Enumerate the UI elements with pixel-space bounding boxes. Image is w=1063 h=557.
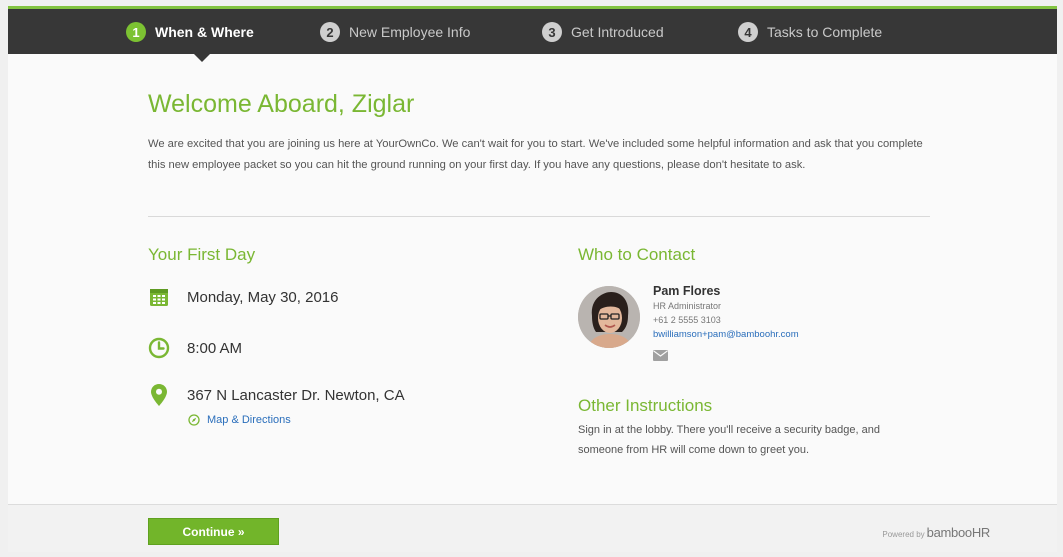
contact-email-link[interactable]: bwilliamson+pam@bamboohr.com <box>653 329 799 340</box>
first-day-time-row: 8:00 AM <box>148 337 242 359</box>
first-day-time: 8:00 AM <box>187 339 243 357</box>
clock-icon <box>148 337 170 359</box>
contact-name: Pam Flores <box>653 284 721 298</box>
first-day-address: 367 N Lancaster Dr. Newton, CA <box>187 386 405 404</box>
contact-phone: +61 2 5555 3103 <box>653 315 721 325</box>
brand-logo-text: bambooHR <box>926 525 991 540</box>
step-label: When & Where <box>155 24 254 40</box>
step-number: 4 <box>738 22 758 42</box>
onboarding-page: 1 When & Where 2 New Employee Info 3 Get… <box>8 6 1057 552</box>
active-step-pointer <box>194 54 210 62</box>
step-label: New Employee Info <box>349 24 471 40</box>
powered-by-logo: Powered by bambooHR <box>882 525 990 540</box>
page-title: Welcome Aboard, Ziglar <box>148 90 415 118</box>
other-instructions-text: Sign in at the lobby. There you'll recei… <box>578 424 880 456</box>
compass-icon <box>188 414 200 426</box>
step-number: 3 <box>542 22 562 42</box>
powered-by-text: Powered by <box>882 530 925 539</box>
avatar <box>578 286 640 348</box>
step-number: 1 <box>126 22 146 42</box>
contact-heading: Who to Contact <box>578 245 696 264</box>
first-day-heading: Your First Day <box>148 245 256 264</box>
step-tasks-to-complete[interactable]: 4 Tasks to Complete <box>738 21 882 43</box>
step-label: Get Introduced <box>571 24 664 40</box>
map-pin-icon <box>148 384 170 406</box>
contact-role: HR Administrator <box>653 301 722 311</box>
map-directions-link[interactable]: Map & Directions <box>188 414 291 426</box>
calendar-icon <box>148 286 170 308</box>
step-when-where[interactable]: 1 When & Where <box>126 21 254 43</box>
section-divider <box>148 216 930 217</box>
step-number: 2 <box>320 22 340 42</box>
intro-text: We are excited that you are joining us h… <box>148 138 923 171</box>
step-navigation: 1 When & Where 2 New Employee Info 3 Get… <box>8 9 1057 54</box>
footer-bar: Continue » Powered by bambooHR <box>8 504 1057 552</box>
step-get-introduced[interactable]: 3 Get Introduced <box>542 21 664 43</box>
map-directions-label: Map & Directions <box>207 414 291 426</box>
mail-icon[interactable] <box>653 348 668 361</box>
other-instructions-heading: Other Instructions <box>578 396 713 415</box>
step-label: Tasks to Complete <box>767 24 883 40</box>
first-day-date-row: Monday, May 30, 2016 <box>148 286 338 308</box>
continue-button[interactable]: Continue » <box>148 518 279 545</box>
first-day-address-row: 367 N Lancaster Dr. Newton, CA <box>148 384 405 406</box>
step-new-employee-info[interactable]: 2 New Employee Info <box>320 21 470 43</box>
first-day-date: Monday, May 30, 2016 <box>187 288 339 306</box>
